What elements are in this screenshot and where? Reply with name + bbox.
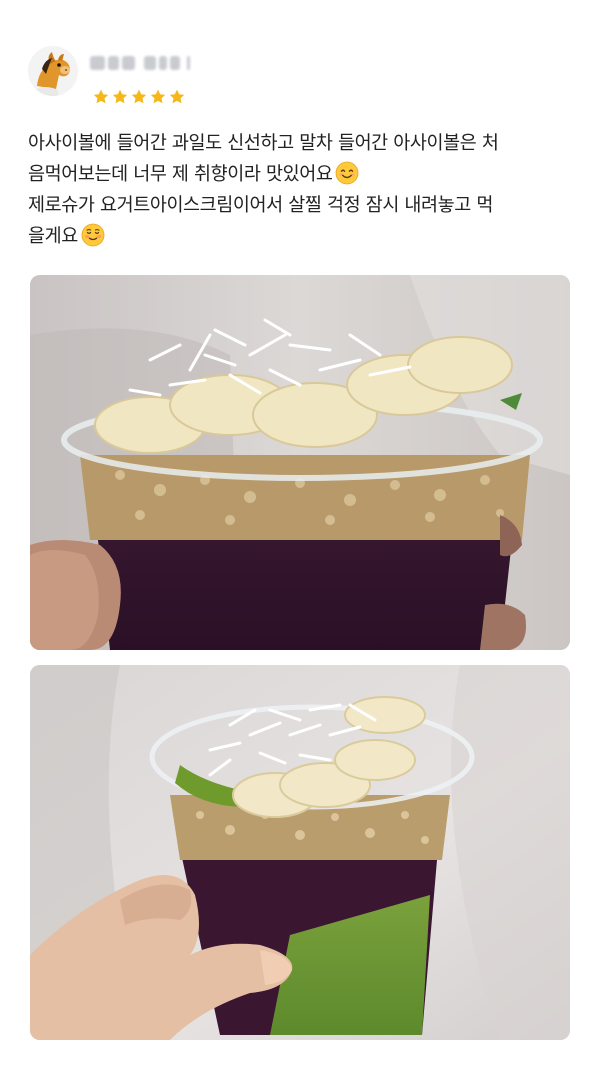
review-text-segment: 음먹어보는데 너무 제 취향이라 맛있어요 [28, 164, 333, 185]
star-filled-icon [150, 89, 166, 104]
review-text-line: 음먹어보는데 너무 제 취향이라 맛있어요 [28, 159, 576, 190]
review-text-line: 제로슈가 요거트아이스크림이어서 살찔 걱정 잠시 내려놓고 먹 [28, 195, 494, 216]
star-filled-icon [169, 89, 185, 104]
star-rating [92, 88, 186, 106]
star-filled-icon [112, 89, 128, 104]
star-filled-icon [93, 89, 109, 104]
review-text-line: 아사이볼에 들어간 과일도 신선하고 말차 들어간 아사이볼은 처 [28, 133, 499, 154]
username-blurred [90, 54, 190, 72]
review-card: 아사이볼에 들어간 과일도 신선하고 말차 들어간 아사이볼은 처 음먹어보는데… [0, 0, 600, 1080]
review-photo-1[interactable] [30, 275, 570, 650]
acai-bowl-photo-2 [30, 665, 570, 1040]
review-header [28, 46, 568, 110]
smiling-face-emoji-icon [336, 161, 359, 185]
relieved-smile-emoji-icon [81, 223, 105, 247]
acai-bowl-photo-1 [30, 275, 570, 650]
review-photo-2[interactable] [30, 665, 570, 1040]
star-filled-icon [131, 89, 147, 104]
review-text-line: 을게요 [28, 221, 576, 252]
review-text-segment: 을게요 [28, 226, 78, 247]
review-text: 아사이볼에 들어간 과일도 신선하고 말차 들어간 아사이볼은 처 음먹어보는데… [28, 128, 576, 252]
horse-avatar-icon[interactable] [28, 46, 78, 96]
